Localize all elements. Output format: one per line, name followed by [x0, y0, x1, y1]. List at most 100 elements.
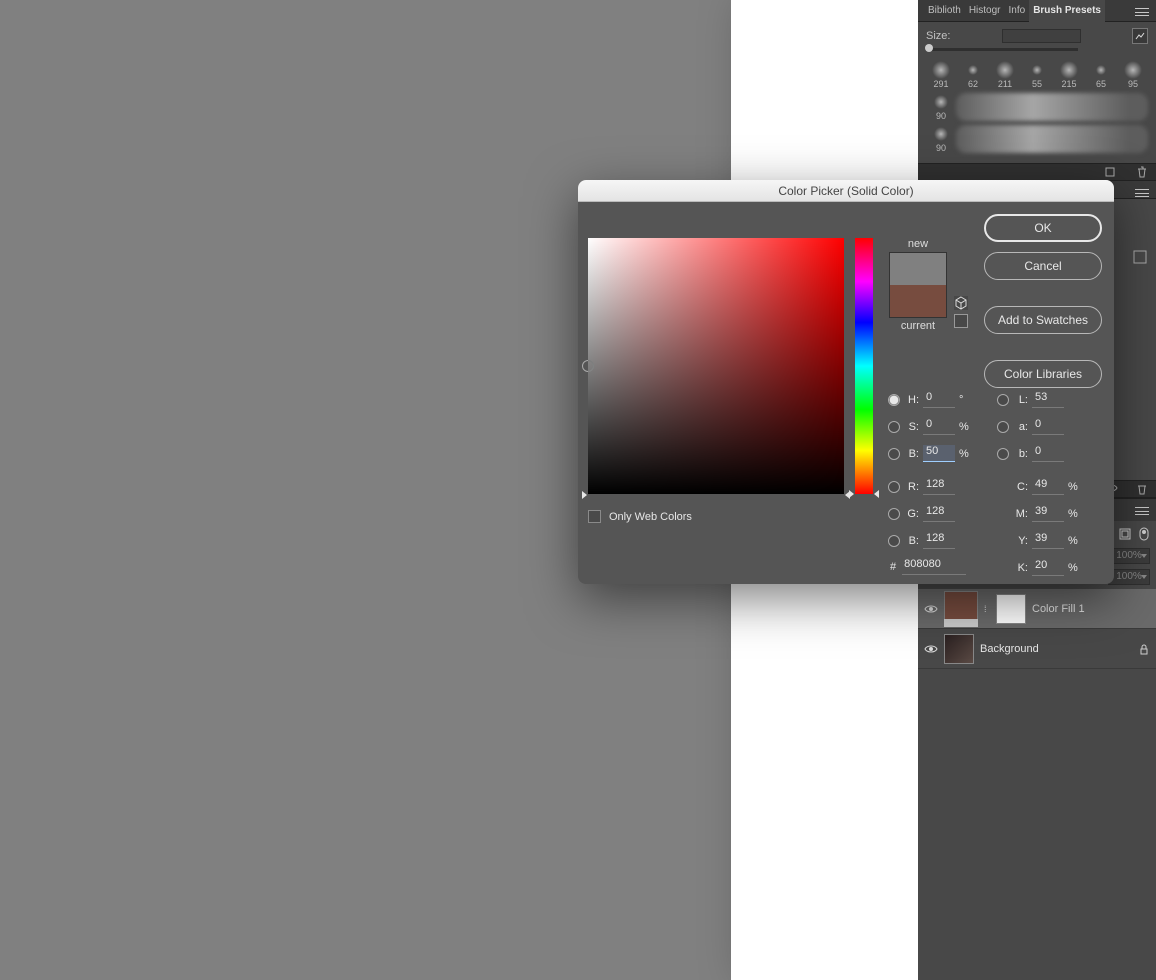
a-radio[interactable]: [997, 421, 1009, 433]
g-radio[interactable]: [888, 508, 900, 520]
hex-input[interactable]: 808080: [902, 558, 966, 575]
visibility-toggle-icon[interactable]: [924, 602, 938, 616]
top-panel-tabbar: Biblioth Histogr Info Brush Presets: [918, 0, 1156, 22]
y-input[interactable]: 39: [1032, 532, 1064, 549]
new-color-label: new: [908, 238, 928, 250]
b-label: B:: [904, 448, 919, 460]
hex-label: #: [890, 561, 896, 573]
new-color-swatch: [890, 253, 946, 285]
filter-smart-icon[interactable]: [1118, 528, 1131, 541]
layer-thumbnail[interactable]: [944, 634, 974, 664]
g-label: G:: [904, 508, 919, 520]
brush-preview-toggle-icon[interactable]: [1132, 28, 1148, 44]
ok-button[interactable]: OK: [984, 214, 1102, 242]
brush-preset-wide[interactable]: 90: [926, 93, 1148, 121]
tab-libraries[interactable]: Biblioth: [924, 0, 965, 22]
hue-marker-right-icon: [874, 490, 879, 498]
b2-input[interactable]: 0: [1032, 445, 1064, 462]
visibility-toggle-icon[interactable]: [924, 642, 938, 656]
l-radio[interactable]: [997, 394, 1009, 406]
r-input[interactable]: 128: [923, 478, 955, 495]
bri-radio[interactable]: [888, 448, 900, 460]
layer-list: ⁞ Color Fill 1 Background: [918, 589, 1156, 669]
color-picker-dialog: Color Picker (Solid Color) new current O…: [578, 180, 1114, 584]
m-label: M:: [1013, 508, 1028, 520]
brush-preset[interactable]: 215: [1054, 61, 1084, 89]
layer-mask-thumbnail[interactable]: [996, 594, 1026, 624]
web-colors-checkbox[interactable]: [588, 510, 601, 523]
c-input[interactable]: 49: [1032, 478, 1064, 495]
opacity-input[interactable]: 100%: [1108, 548, 1150, 564]
web-colors-label[interactable]: Only Web Colors: [609, 511, 692, 523]
brush-grid: 291 62 211 55 215 65 95: [926, 61, 1148, 89]
brush-preset[interactable]: 95: [1118, 61, 1148, 89]
l-input[interactable]: 53: [1032, 391, 1064, 408]
hue-radio[interactable]: [888, 394, 900, 406]
field-marker-left-icon: [582, 491, 587, 499]
color-libraries-button[interactable]: Color Libraries: [984, 360, 1102, 388]
k-input[interactable]: 20: [1032, 559, 1064, 576]
sat-input[interactable]: 0: [923, 418, 955, 435]
new-brush-icon[interactable]: [1104, 166, 1116, 178]
brush-preset[interactable]: 62: [958, 61, 988, 89]
panel-menu-icon[interactable]: [1135, 189, 1149, 197]
bc-input[interactable]: 128: [923, 532, 955, 549]
a-input[interactable]: 0: [1032, 418, 1064, 435]
c-label: C:: [1013, 481, 1028, 493]
hue-input[interactable]: 0: [923, 391, 955, 408]
panel-side-icon[interactable]: [1132, 249, 1148, 265]
trash-icon[interactable]: [1136, 166, 1148, 178]
lock-icon[interactable]: [1138, 643, 1150, 655]
layer-thumbnail[interactable]: [944, 591, 978, 621]
bri-input[interactable]: 50: [923, 445, 955, 462]
layer-row-color-fill[interactable]: ⁞ Color Fill 1: [918, 589, 1156, 629]
l-label: L:: [1013, 394, 1028, 406]
bc-radio[interactable]: [888, 535, 900, 547]
layer-name[interactable]: Background: [980, 643, 1039, 655]
hue-slider[interactable]: [855, 238, 873, 494]
current-color-label: current: [901, 320, 935, 332]
websafe-swatch-icon[interactable]: [954, 314, 968, 328]
sat-radio[interactable]: [888, 421, 900, 433]
m-input[interactable]: 39: [1032, 505, 1064, 522]
bc-label: B:: [904, 535, 919, 547]
color-field-cursor[interactable]: [582, 360, 594, 372]
saturation-brightness-field[interactable]: [588, 238, 844, 494]
color-values-grid: H: 0° L: 53 S: 0% a: 0 B: 50% b: 0: [888, 386, 1080, 581]
g-input[interactable]: 128: [923, 505, 955, 522]
brush-size-label: Size:: [926, 30, 950, 42]
cancel-button[interactable]: Cancel: [984, 252, 1102, 280]
panel-menu-icon[interactable]: [1135, 507, 1149, 515]
trash-icon[interactable]: [1136, 483, 1148, 495]
layer-row-background[interactable]: Background: [918, 629, 1156, 669]
r-radio[interactable]: [888, 481, 900, 493]
hue-marker-left-icon: [849, 490, 854, 498]
b2-radio[interactable]: [997, 448, 1009, 460]
tab-histogram[interactable]: Histogr: [965, 0, 1005, 22]
brush-panel-footer: [918, 163, 1156, 181]
add-to-swatches-button[interactable]: Add to Swatches: [984, 306, 1102, 334]
current-color-swatch[interactable]: [890, 285, 946, 317]
brush-preset[interactable]: 291: [926, 61, 956, 89]
tab-info[interactable]: Info: [1005, 0, 1030, 22]
fill-input[interactable]: 100%: [1108, 569, 1150, 585]
color-swatch[interactable]: [889, 252, 947, 318]
brush-size-slider[interactable]: [928, 48, 1078, 51]
brush-preset[interactable]: 55: [1022, 61, 1052, 89]
brush-presets-panel: Size: 291 62 211 55 215 65 95 90 90: [918, 22, 1156, 163]
a-label: a:: [1013, 421, 1028, 433]
filter-toggle-icon[interactable]: [1137, 528, 1150, 541]
mask-link-icon[interactable]: ⁞: [984, 602, 990, 616]
k-label: K:: [1013, 562, 1028, 574]
brush-preset-wide[interactable]: 90: [926, 125, 1148, 153]
cube-gamut-icon[interactable]: [954, 296, 968, 310]
b2-label: b:: [1013, 448, 1028, 460]
layer-name[interactable]: Color Fill 1: [1032, 603, 1085, 615]
brush-preset[interactable]: 211: [990, 61, 1020, 89]
brush-size-input[interactable]: [1002, 29, 1081, 43]
tab-brush-presets[interactable]: Brush Presets: [1029, 0, 1105, 22]
brush-preset[interactable]: 65: [1086, 61, 1116, 89]
dialog-title: Color Picker (Solid Color): [578, 180, 1114, 202]
y-label: Y:: [1013, 535, 1028, 547]
panel-menu-icon[interactable]: [1135, 8, 1149, 16]
